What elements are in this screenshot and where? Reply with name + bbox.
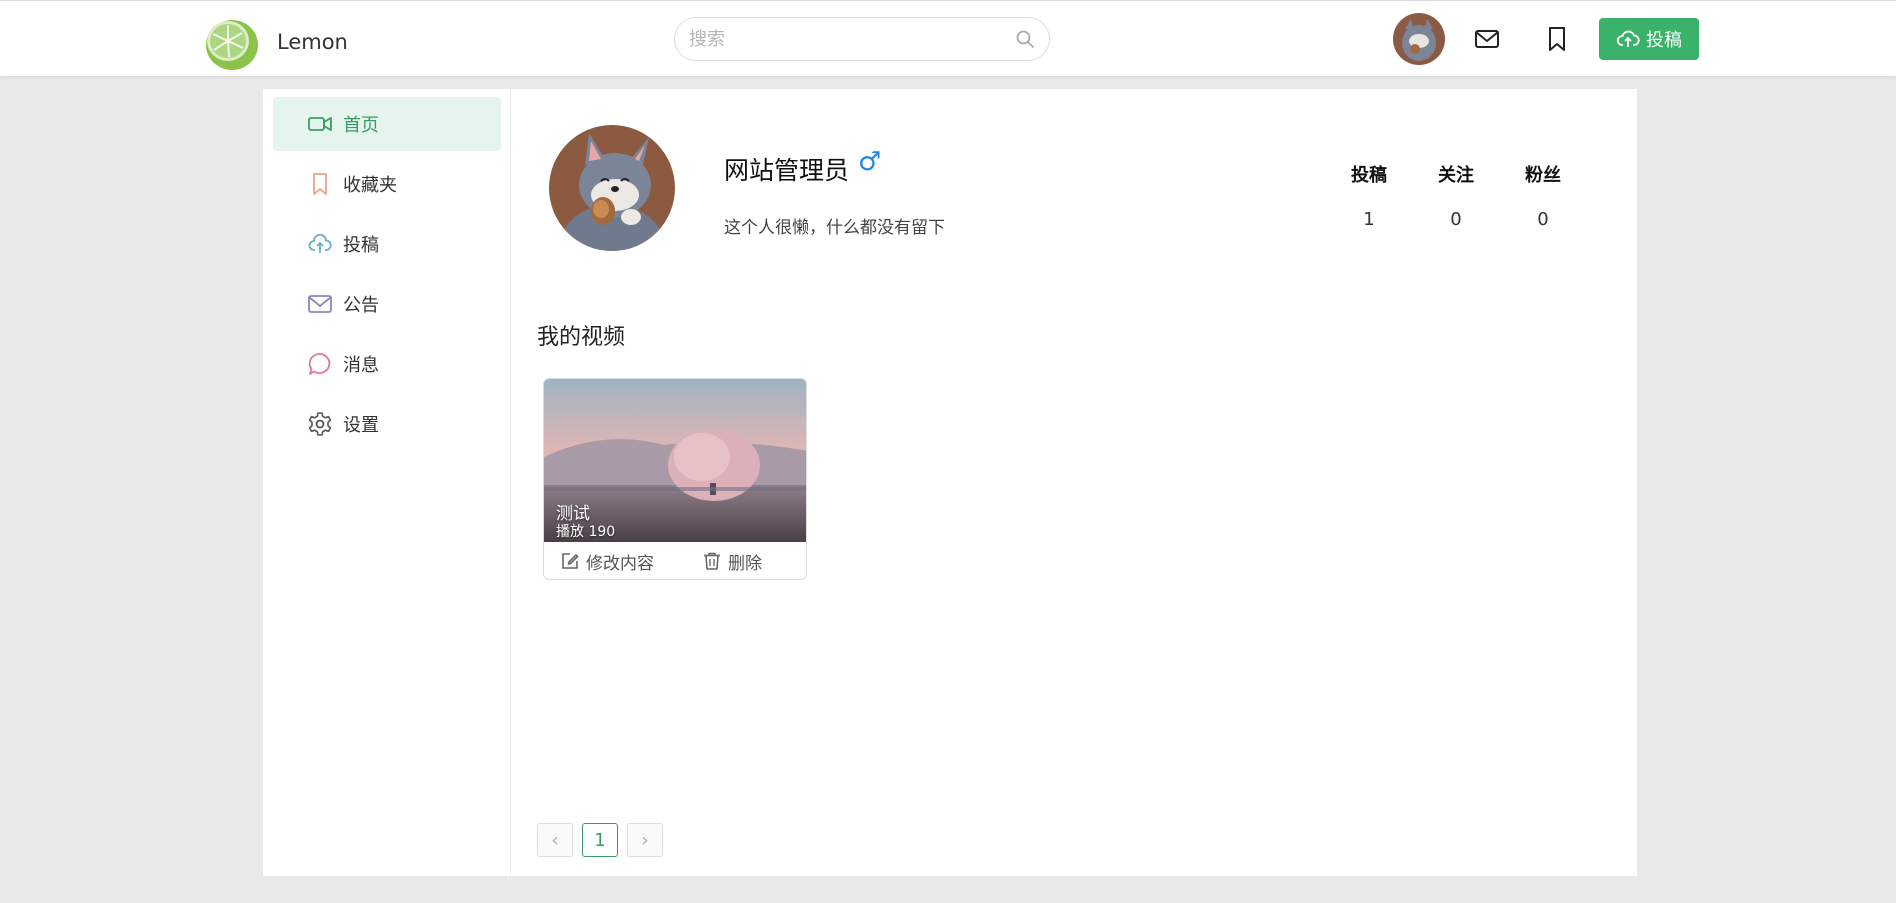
upload-button-label: 投稿 [1646, 30, 1682, 51]
stat-value: 1 [1363, 209, 1375, 230]
edit-icon [562, 553, 579, 569]
video-camera-icon [307, 111, 333, 137]
pagination-page-button[interactable]: 1 [582, 823, 618, 857]
stat-label: 粉丝 [1525, 165, 1561, 186]
stat-label: 投稿 [1351, 165, 1387, 186]
delete-video-button[interactable]: 删除 [702, 549, 762, 574]
bookmark-icon [307, 171, 333, 197]
sidebar-item-label: 首页 [343, 115, 379, 136]
upload-button[interactable]: 投稿 [1599, 18, 1699, 60]
video-card: 测试 播放 190 修改内容 删除 [543, 378, 807, 580]
user-avatar[interactable] [1393, 13, 1445, 65]
trash-icon [704, 552, 720, 570]
sidebar-item-settings[interactable]: 设置 [273, 397, 501, 451]
section-title: 我的视频 [537, 325, 626, 350]
profile-bio: 这个人很懒，什么都没有留下 [724, 218, 945, 238]
delete-video-label: 删除 [728, 553, 762, 574]
chevron-left-icon: ‹ [551, 829, 559, 851]
pagination-next-button[interactable]: › [627, 823, 663, 857]
video-plays-label: 播放 [556, 524, 584, 540]
bookmark-icon[interactable] [1543, 25, 1571, 53]
sidebar-item-label: 设置 [343, 415, 379, 436]
sidebar-item-messages[interactable]: 消息 [273, 337, 501, 391]
stat-label: 关注 [1438, 165, 1474, 186]
chevron-right-icon: › [641, 829, 649, 851]
brand-name[interactable]: Lemon [277, 30, 348, 54]
stat-uploads[interactable]: 投稿 1 [1329, 161, 1409, 230]
sidebar-item-label: 投稿 [343, 235, 379, 256]
stat-followers[interactable]: 粉丝 0 [1503, 161, 1583, 230]
search-input[interactable] [689, 18, 1009, 60]
chat-bubble-icon [307, 351, 333, 377]
edit-video-label: 修改内容 [586, 553, 654, 574]
stat-value: 0 [1537, 209, 1549, 230]
cloud-upload-icon [1616, 30, 1640, 47]
stat-value: 0 [1450, 209, 1462, 230]
cloud-upload-icon [307, 231, 333, 257]
sidebar-item-home[interactable]: 首页 [273, 97, 501, 151]
video-card-actions: 修改内容 删除 [544, 542, 806, 579]
profile-avatar[interactable] [549, 125, 675, 251]
stat-following[interactable]: 关注 0 [1416, 161, 1496, 230]
lemon-logo-icon[interactable] [202, 14, 260, 72]
video-plays-count: 190 [588, 524, 616, 540]
gear-icon [307, 411, 333, 437]
top-header: Lemon 投稿 [0, 0, 1896, 76]
sidebar-item-favorites[interactable]: 收藏夹 [273, 157, 501, 211]
mail-icon [307, 291, 333, 317]
pagination-page-number: 1 [594, 829, 606, 851]
sidebar-item-upload[interactable]: 投稿 [273, 217, 501, 271]
pagination-prev-button[interactable]: ‹ [537, 823, 573, 857]
video-thumbnail[interactable]: 测试 播放 190 [544, 379, 806, 542]
sidebar-item-announcement[interactable]: 公告 [273, 277, 501, 331]
search-icon[interactable] [1015, 29, 1035, 49]
gender-male-icon: ♂ [858, 147, 882, 177]
mail-icon[interactable] [1473, 25, 1501, 53]
sidebar-item-label: 收藏夹 [343, 175, 397, 196]
edit-video-button[interactable]: 修改内容 [560, 549, 654, 574]
search-box[interactable] [674, 17, 1050, 61]
main-container: 首页 收藏夹 投稿 公告 消息 设置 网站管理员 ♂ 这个人很懒，什么都没有留下… [263, 89, 1637, 876]
sidebar-item-label: 消息 [343, 355, 379, 376]
video-plays: 播放 190 [556, 521, 615, 541]
sidebar-item-label: 公告 [343, 295, 379, 316]
sidebar: 首页 收藏夹 投稿 公告 消息 设置 [263, 89, 511, 876]
profile-username: 网站管理员 [724, 156, 850, 185]
